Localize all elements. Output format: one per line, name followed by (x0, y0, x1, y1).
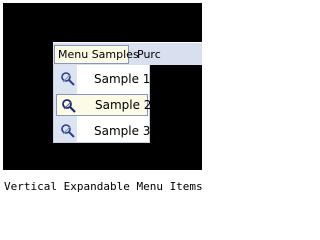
magnifier-pen-icon (62, 99, 76, 113)
magnifier-pen-icon (61, 124, 75, 138)
menubar-item-menu-samples[interactable]: Menu Samples (54, 45, 139, 64)
menu-bar: Menu Samples Purc (53, 42, 202, 65)
submenu-dropdown: Sample 1 Sample 2 Sample 3 (53, 65, 152, 143)
preview-panel: Menu Samples Purc Sample 1 Sample 2 Samp… (3, 3, 202, 170)
submenu-item-sample-2[interactable]: Sample 2 (56, 94, 152, 116)
submenu-item-sample-3[interactable]: Sample 3 (56, 120, 151, 142)
magnifier-pen-icon (61, 72, 75, 86)
preview-thumbnail: Menu Samples Purc Sample 1 Sample 2 Samp… (0, 0, 204, 209)
submenu-item-label: Sample 3 (94, 124, 151, 138)
preview-caption[interactable]: Vertical Expandable Menu Items ... (4, 180, 204, 194)
submenu-item-label: Sample 2 (95, 98, 152, 112)
submenu-item-sample-1[interactable]: Sample 1 (56, 68, 151, 90)
menubar-item-purchase[interactable]: Purc (133, 45, 202, 64)
submenu-item-label: Sample 1 (94, 72, 151, 86)
